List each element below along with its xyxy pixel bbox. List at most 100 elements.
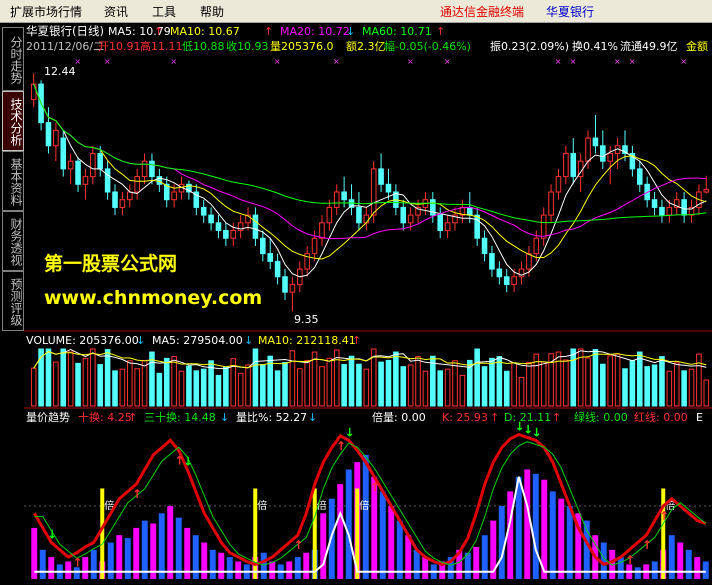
volume-bar: [570, 348, 577, 407]
low-price-marker: 9.35: [294, 313, 319, 326]
buy-arrow-icon: ↑: [175, 454, 185, 468]
volume-bar: [629, 359, 636, 407]
volume-bar: [444, 368, 451, 407]
tab-technical[interactable]: 技术分析: [2, 91, 24, 151]
sell-arrow-icon: ↓: [47, 528, 57, 542]
info-amount-label: 金额: [686, 39, 708, 53]
candle: [319, 222, 325, 239]
menu-extended-market[interactable]: 扩展市场行情: [10, 3, 82, 20]
tab-intraday[interactable]: 分时走势: [2, 27, 24, 91]
indicator-bar: [90, 549, 97, 579]
candle: [67, 160, 74, 170]
event-marker-icon: ×: [444, 57, 451, 66]
event-marker-icon: ×: [680, 57, 687, 66]
volume-bar: [555, 351, 562, 407]
candle: [45, 122, 52, 147]
stock-chart[interactable]: 华夏银行(日线) MA5: 10.79 MA10: 10.67 MA20: 10…: [24, 23, 712, 582]
volume-bar: [112, 370, 118, 407]
indicator-bar: [150, 523, 157, 579]
volume-bar: [393, 351, 399, 407]
ma20-label: MA20: 10.72: [280, 25, 350, 38]
buy-arrow-icon: ↑: [132, 487, 142, 501]
candle: [90, 152, 96, 178]
event-markers: × × × × × × × × × × × ×: [74, 57, 687, 66]
indicator-bar: [235, 561, 242, 579]
candle: [112, 191, 118, 208]
candle: [134, 176, 140, 193]
volume-bar: [326, 357, 333, 407]
volume-bar: [481, 366, 488, 407]
indicator-bar: [167, 506, 174, 579]
candle: [75, 160, 81, 185]
indicator-bar: [396, 520, 403, 579]
indicator-bar: [413, 549, 420, 579]
candle: [681, 199, 687, 216]
indicator-liangbi-arrow-icon: ↓: [308, 411, 317, 424]
candle: [489, 253, 495, 270]
indicator-bar: [158, 513, 165, 579]
volume-bar: [45, 348, 52, 407]
volume-bar: [644, 366, 650, 407]
volume-ma5-arrow-icon: ↓: [244, 334, 253, 347]
volume-ma10-label: MA10: 212118.41: [258, 334, 356, 347]
menu-tools[interactable]: 工具: [152, 3, 176, 20]
volume-bar: [319, 366, 325, 407]
menu-news[interactable]: 资讯: [104, 3, 128, 20]
candle: [385, 183, 392, 193]
candle: [607, 152, 614, 162]
bei-label: 倍: [359, 499, 369, 512]
candle: [356, 206, 362, 224]
volume-bar: [511, 362, 517, 407]
volume-bar: [104, 349, 111, 407]
event-marker-icon: ×: [333, 57, 340, 66]
candle: [636, 168, 643, 185]
tab-financials[interactable]: 财务透视: [2, 211, 24, 271]
volume-bar: [607, 355, 614, 407]
volume-bar: [296, 368, 303, 407]
candle: [540, 214, 547, 239]
info-float: 流通49.9亿: [620, 39, 678, 53]
indicator-bar: [685, 549, 692, 579]
sell-arrow-icon: ↓: [345, 425, 355, 439]
indicator-bar: [303, 552, 310, 579]
volume-bar: [422, 370, 429, 407]
indicator-bar: [694, 557, 701, 579]
high-price-marker: 12.44: [44, 65, 76, 78]
candle: [311, 237, 318, 255]
volume-bar: [260, 364, 266, 407]
candle: [570, 152, 577, 178]
volume-bar: [223, 366, 229, 407]
volume-bar: [526, 361, 532, 407]
volume-ma5-label: MA5: 279504.00: [152, 334, 243, 347]
menu-bar: 扩展市场行情 资讯 工具 帮助 通达信金融终端 华夏银行: [0, 0, 712, 23]
menu-help[interactable]: 帮助: [200, 3, 224, 20]
candle: [97, 152, 104, 170]
event-marker-icon: ×: [407, 57, 414, 66]
volume-plot: [30, 348, 710, 407]
volume-bar: [90, 348, 96, 407]
volume-bar: [141, 359, 148, 407]
volume-bar: [134, 368, 140, 407]
indicator-red-line: 红线: 0.00: [634, 410, 688, 424]
volume-bar: [97, 364, 104, 407]
candle: [119, 199, 126, 208]
tab-fundamentals[interactable]: 基本资料: [2, 151, 24, 211]
volume-bar: [540, 361, 547, 407]
volume-bar: [186, 365, 192, 407]
indicator-bar: [82, 557, 89, 579]
info-change: 幅-0.05(-0.46%): [384, 40, 471, 53]
candle: [363, 214, 370, 224]
indicator-bar: [337, 484, 344, 579]
tab-forecast[interactable]: 预测评级: [2, 271, 24, 331]
volume-bar: [585, 357, 591, 407]
volume-bar: [156, 372, 163, 407]
volume-bar: [245, 364, 251, 407]
volume-bar: [385, 359, 392, 407]
volume-bar: [60, 348, 67, 407]
volume-bar: [636, 351, 643, 407]
indicator-bar: [558, 498, 565, 579]
candle: [208, 214, 214, 224]
volume-bar: [666, 370, 673, 407]
info-close: 收10.93: [226, 39, 269, 53]
indicator-bar: [175, 517, 182, 579]
